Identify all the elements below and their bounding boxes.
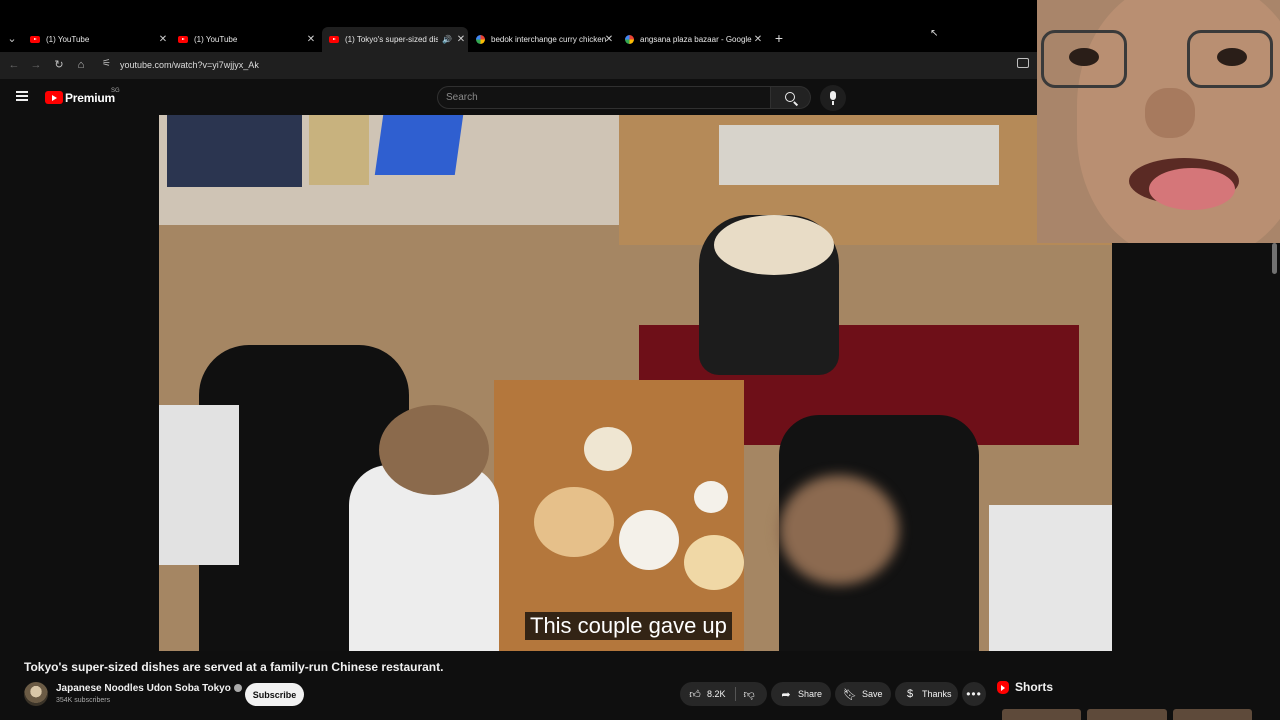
scene-plate xyxy=(534,487,614,557)
search-input[interactable] xyxy=(446,87,764,108)
close-tab-icon[interactable]: ✕ xyxy=(456,34,466,45)
shorts-logo-icon[interactable] xyxy=(997,681,1009,694)
thanks-label: Thanks xyxy=(922,689,952,699)
shorts-thumbnail[interactable] xyxy=(1087,709,1167,720)
close-tab-icon[interactable]: ✕ xyxy=(306,34,316,45)
reload-icon[interactable]: ↻ xyxy=(52,58,66,72)
scene-poster xyxy=(167,115,302,187)
microphone-stem xyxy=(832,101,834,105)
scene-worker-hat xyxy=(714,215,834,275)
browser-tab-5[interactable]: angsana plaza bazaar - Google ✕ xyxy=(625,29,765,49)
more-actions-button[interactable]: ••• xyxy=(962,682,986,706)
browser-tab-active[interactable]: (1) Tokyo's super-sized dishes 🔊 ✕ xyxy=(322,27,468,52)
thumbs-up-icon[interactable]: 👍︎ xyxy=(688,688,702,701)
site-info-icon[interactable]: ⚟ xyxy=(102,58,111,69)
channel-avatar[interactable] xyxy=(24,682,48,706)
scene-plate xyxy=(584,427,632,471)
like-divider xyxy=(734,687,736,701)
scene-shelf-items xyxy=(719,125,999,185)
cast-icon[interactable] xyxy=(1017,58,1029,68)
like-count[interactable]: 8.2K xyxy=(707,689,726,699)
scene-person-head xyxy=(379,405,489,495)
share-label: Share xyxy=(798,689,823,699)
tab-title: (1) YouTube xyxy=(194,34,238,44)
video-player[interactable] xyxy=(159,115,1112,651)
home-icon[interactable]: ⌂ xyxy=(74,58,88,72)
subscribe-button[interactable]: Subscribe xyxy=(245,683,304,706)
browser-tab-2[interactable]: (1) YouTube ✕ xyxy=(178,29,318,49)
back-arrow-icon[interactable]: ← xyxy=(7,58,21,72)
youtube-favicon-icon xyxy=(30,35,40,43)
shorts-heading[interactable]: Shorts xyxy=(1015,680,1053,694)
verified-check-icon xyxy=(233,684,242,692)
new-tab-plus-icon[interactable]: + xyxy=(772,30,786,46)
url-text[interactable]: youtube.com/watch?v=yi7wjjyx_Ak xyxy=(120,60,259,70)
scene-plate xyxy=(684,535,744,590)
video-title: Tokyo's super-sized dishes are served at… xyxy=(24,660,444,674)
share-arrow-icon: ➦ xyxy=(781,688,791,701)
video-caption: This couple gave up xyxy=(525,612,732,640)
browser-tab-1[interactable]: (1) YouTube ✕ xyxy=(30,29,170,49)
bookmark-icon: 🔖︎ xyxy=(843,688,857,701)
share-button[interactable]: ➦ Share xyxy=(771,682,831,706)
youtube-logo-icon[interactable] xyxy=(45,91,63,104)
tab-title: (1) YouTube xyxy=(46,34,90,44)
thanks-button[interactable]: $ Thanks xyxy=(895,682,958,706)
channel-name-row[interactable]: Japanese Noodles Udon Soba Tokyo xyxy=(56,683,242,694)
tab-title: angsana plaza bazaar - Google xyxy=(640,34,752,44)
hamburger-menu-icon[interactable] xyxy=(16,91,28,101)
nose xyxy=(1145,88,1195,138)
youtube-premium-wordmark[interactable]: Premium xyxy=(65,91,115,105)
region-code: SG xyxy=(111,88,120,94)
scene-plate xyxy=(619,510,679,570)
tab-title: (1) Tokyo's super-sized dishes xyxy=(345,35,439,44)
super-thanks-icon: $ xyxy=(906,688,914,700)
scene-blurred-face xyxy=(779,475,899,585)
webcam-overlay xyxy=(1037,0,1280,243)
search-box xyxy=(437,86,771,109)
shorts-thumbnail-strip xyxy=(1002,709,1252,720)
voice-search-button[interactable] xyxy=(820,85,846,111)
eye-left xyxy=(1069,48,1099,66)
thumbs-down-icon[interactable]: 👎︎ xyxy=(744,688,755,701)
save-label: Save xyxy=(862,689,883,699)
close-tab-icon[interactable]: ✕ xyxy=(604,34,614,45)
scene-poster xyxy=(309,115,369,185)
mouse-cursor-icon: ↖ xyxy=(930,28,939,39)
close-tab-icon[interactable]: ✕ xyxy=(158,34,168,45)
scene-sauce-dish xyxy=(694,481,728,513)
eye-right xyxy=(1217,48,1247,66)
google-favicon-icon xyxy=(476,34,485,44)
tab-search-chevron-icon[interactable]: ⌄ xyxy=(4,31,20,47)
shorts-thumbnail[interactable] xyxy=(1002,709,1082,720)
scene-person-right xyxy=(989,505,1112,651)
microphone-icon xyxy=(830,91,836,100)
browser-tab-4[interactable]: bedok interchange curry chicken ✕ xyxy=(476,29,616,49)
scene-blue-bag xyxy=(374,115,464,175)
speaker-icon[interactable]: 🔊 xyxy=(442,35,452,44)
like-dislike-bar: 👍︎ 8.2K 👎︎ xyxy=(680,682,767,706)
search-icon xyxy=(785,92,795,102)
page-scrollbar-thumb[interactable] xyxy=(1272,243,1277,274)
search-button[interactable] xyxy=(771,86,811,109)
subscriber-count: 354K subscribers xyxy=(56,697,111,704)
google-favicon-icon xyxy=(625,34,634,44)
tab-title: bedok interchange curry chicken xyxy=(491,34,607,44)
forward-arrow-icon[interactable]: → xyxy=(29,58,43,72)
close-tab-icon[interactable]: ✕ xyxy=(753,34,763,45)
youtube-favicon-icon xyxy=(178,35,188,43)
youtube-favicon-icon xyxy=(329,36,339,43)
save-button[interactable]: 🔖︎ Save xyxy=(835,682,891,706)
channel-name[interactable]: Japanese Noodles Udon Soba Tokyo xyxy=(56,683,231,694)
shorts-thumbnail[interactable] xyxy=(1172,709,1252,720)
scene-table xyxy=(494,380,744,651)
scene-person-left xyxy=(159,405,239,565)
tongue xyxy=(1149,168,1235,210)
